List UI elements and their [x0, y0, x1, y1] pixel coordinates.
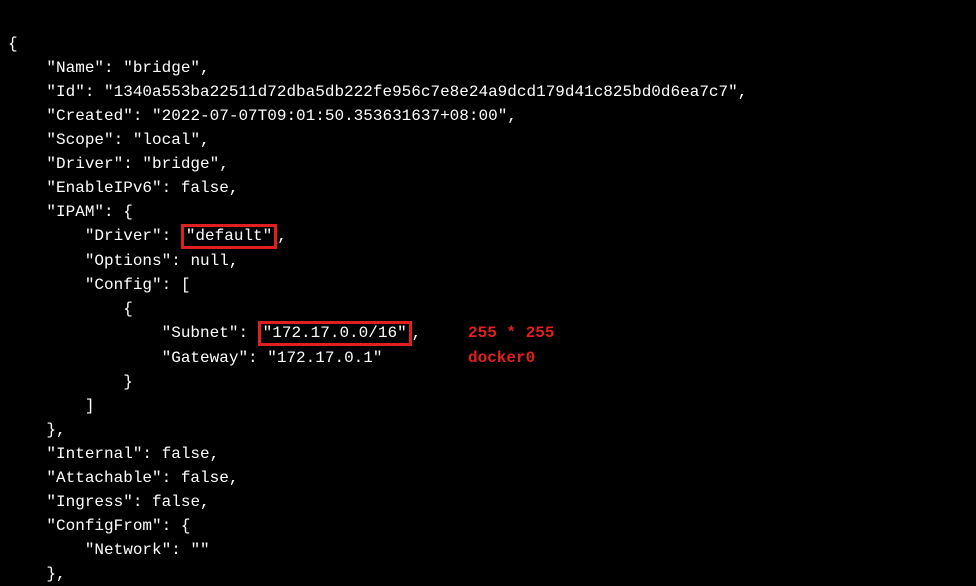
- json-subnet-comma: ,: [412, 324, 422, 342]
- json-attachable-key: "Attachable":: [8, 469, 181, 487]
- json-id-val: "1340a553ba22511d72dba5db222fe956c7e8e24…: [104, 83, 747, 101]
- json-ipam-options-key: "Options":: [8, 252, 190, 270]
- json-name-val: "bridge",: [123, 59, 209, 77]
- json-internal-val: false,: [162, 445, 220, 463]
- json-ipam-close: },: [8, 421, 66, 439]
- json-ipam-config-key: "Config": [: [8, 276, 190, 294]
- highlight-default: "default": [181, 224, 277, 249]
- json-enableipv6-val: false,: [181, 179, 239, 197]
- terminal-output: { "Name": "bridge", "Id": "1340a553ba225…: [8, 8, 968, 586]
- json-gateway-key: "Gateway":: [8, 349, 267, 367]
- json-internal-key: "Internal":: [8, 445, 162, 463]
- json-ipam-driver-val: "default": [186, 227, 272, 245]
- json-brace-open: {: [8, 35, 18, 53]
- annotation-gateway: docker0: [468, 346, 535, 370]
- json-enableipv6-key: "EnableIPv6":: [8, 179, 181, 197]
- json-configfrom-close: },: [8, 565, 66, 583]
- json-attachable-val: false,: [181, 469, 239, 487]
- json-ipam-config-close: }: [8, 373, 133, 391]
- json-ipam-config-arr-close: ]: [8, 397, 94, 415]
- json-created-val: "2022-07-07T09:01:50.353631637+08:00",: [152, 107, 517, 125]
- json-scope-key: "Scope":: [8, 131, 133, 149]
- json-driver-key: "Driver":: [8, 155, 142, 173]
- json-configfrom-key: "ConfigFrom": {: [8, 517, 190, 535]
- json-ipam-options-val: null,: [190, 252, 238, 270]
- json-scope-val: "local",: [133, 131, 210, 149]
- json-name-key: "Name":: [8, 59, 123, 77]
- annotation-subnet: 255 * 255: [468, 321, 554, 345]
- highlight-subnet: "172.17.0.0/16": [258, 321, 412, 346]
- json-driver-val: "bridge",: [142, 155, 228, 173]
- json-id-key: "Id":: [8, 83, 104, 101]
- json-configfrom-network-key: "Network":: [8, 541, 190, 559]
- json-subnet-key: "Subnet":: [8, 324, 258, 342]
- json-ingress-val: false,: [152, 493, 210, 511]
- json-gateway-val: "172.17.0.1": [267, 349, 382, 367]
- json-configfrom-network-val: "": [190, 541, 209, 559]
- json-ipam-key: "IPAM": {: [8, 203, 133, 221]
- json-created-key: "Created":: [8, 107, 152, 125]
- json-ipam-driver-key: "Driver":: [8, 227, 181, 245]
- json-ipam-config-open: {: [8, 300, 133, 318]
- json-ipam-driver-comma: ,: [277, 227, 287, 245]
- json-ingress-key: "Ingress":: [8, 493, 152, 511]
- json-subnet-val: "172.17.0.0/16": [263, 324, 407, 342]
